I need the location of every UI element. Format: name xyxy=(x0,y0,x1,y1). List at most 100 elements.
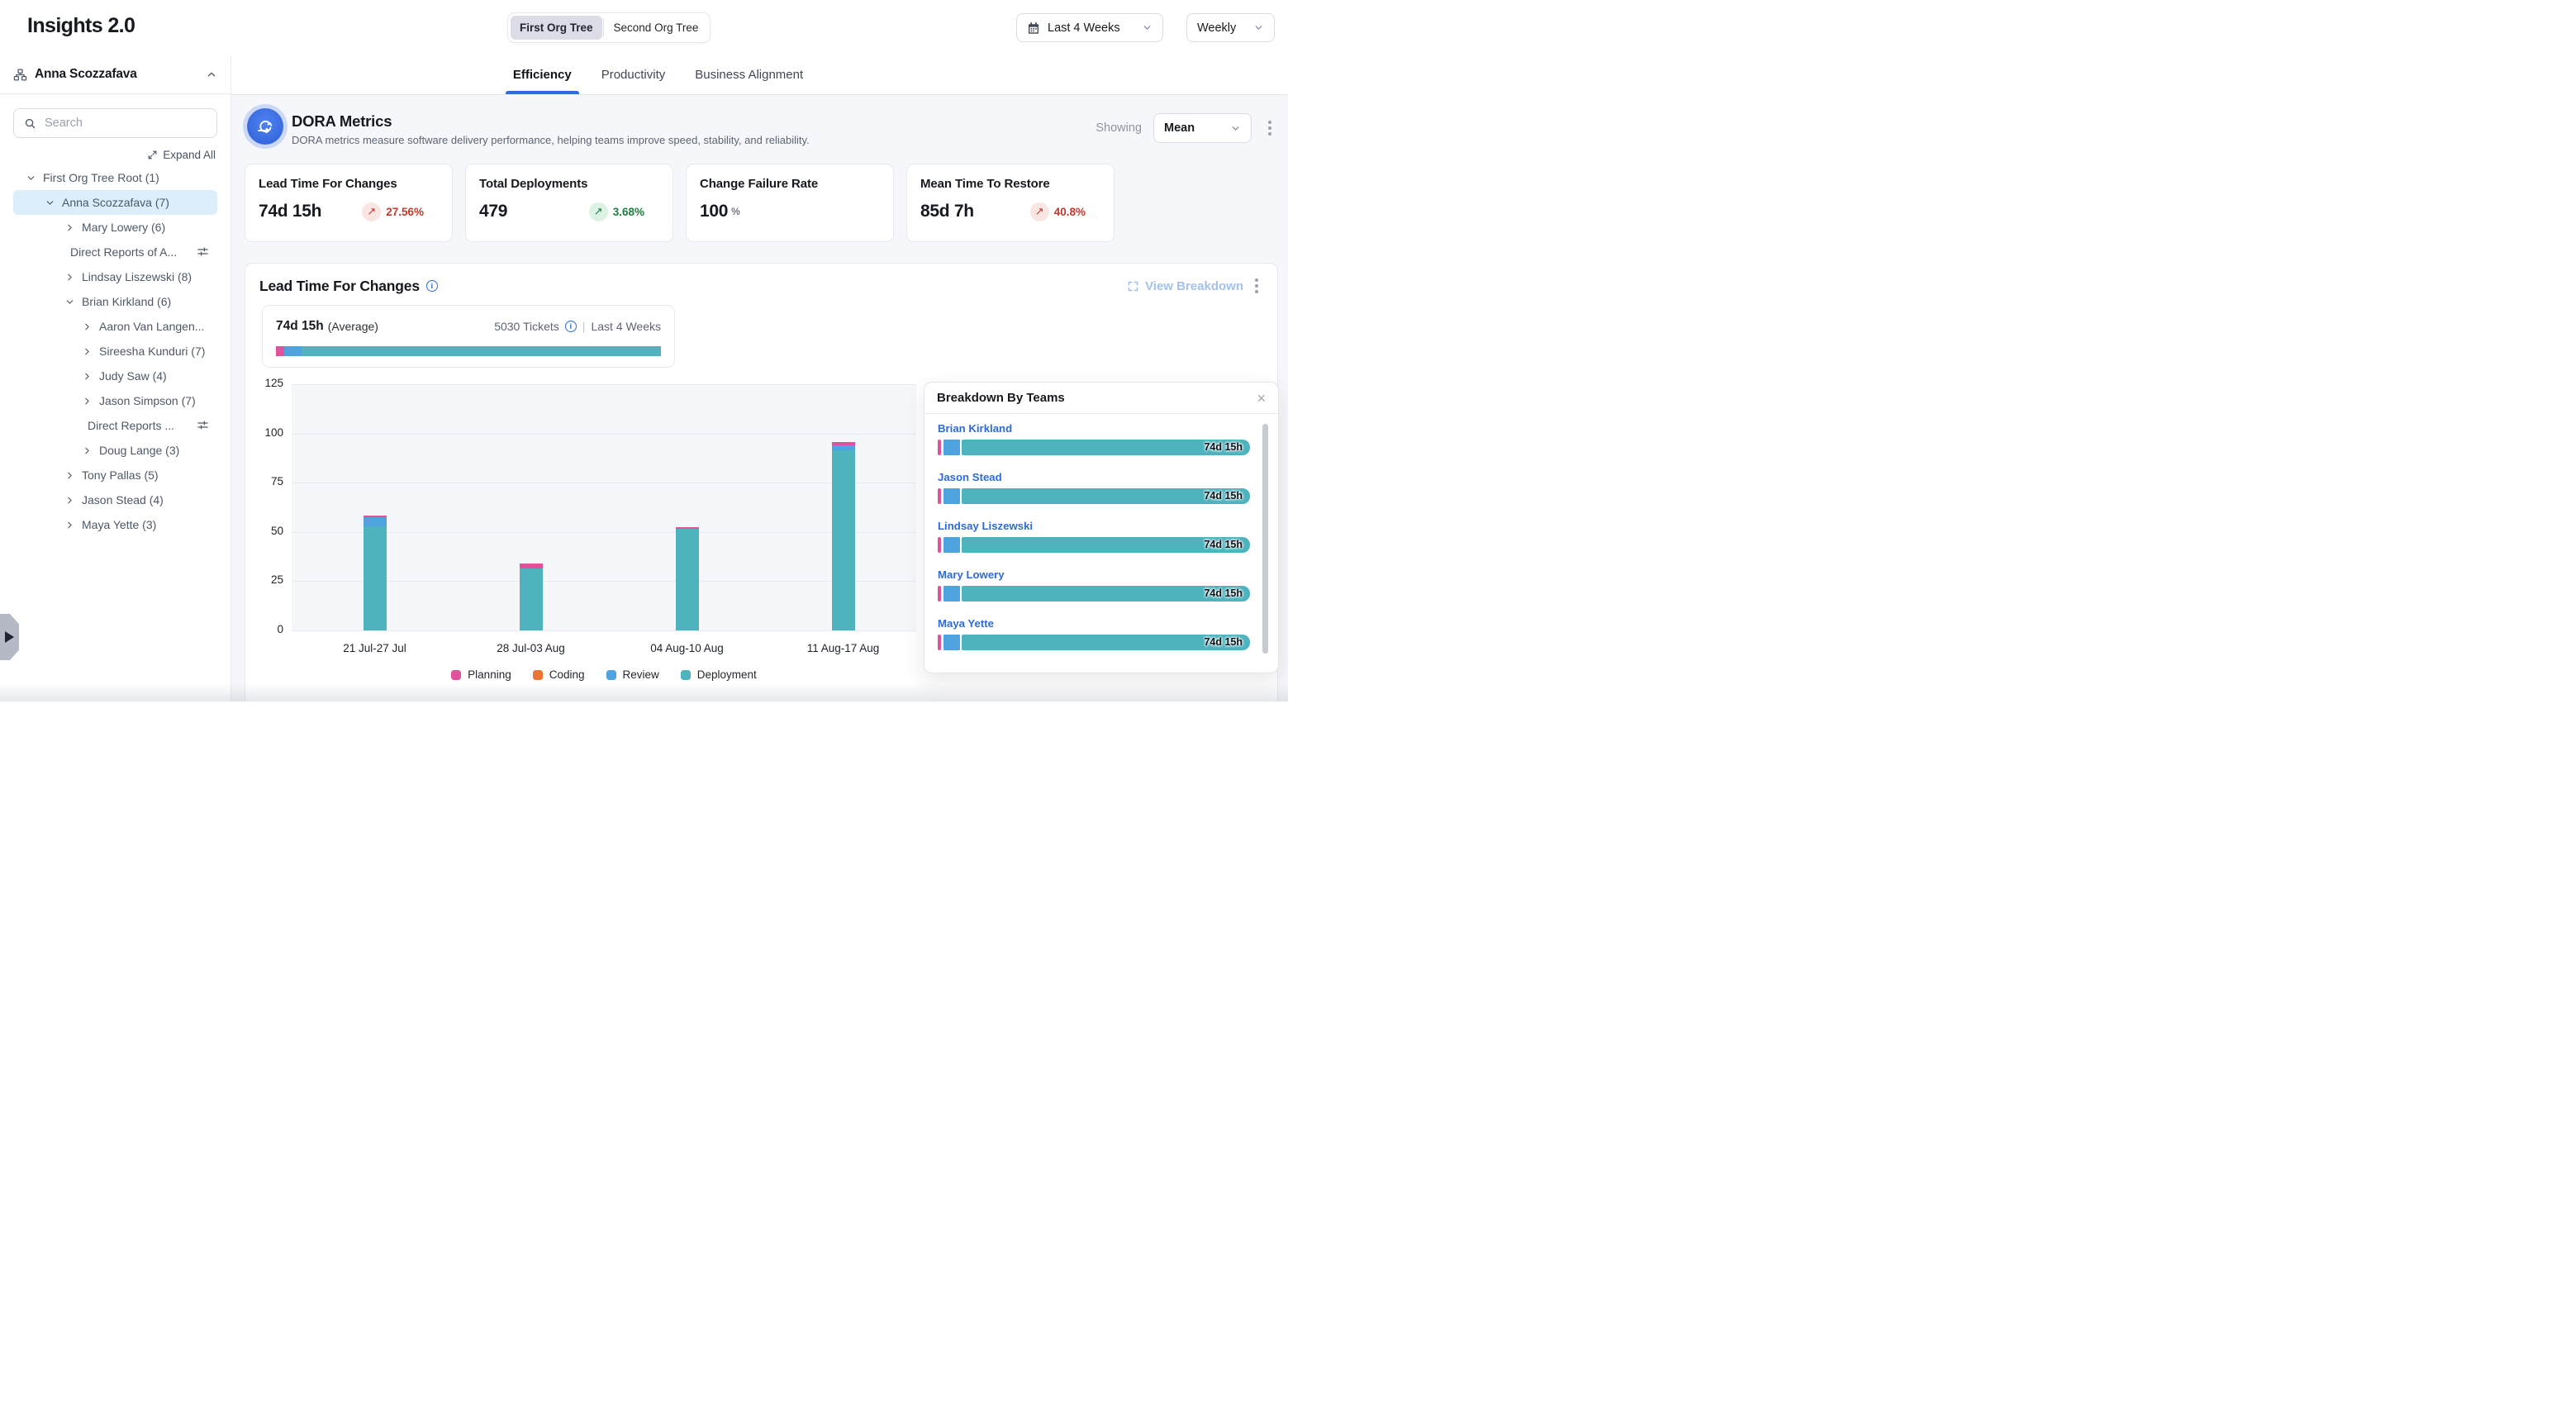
legend-color-chip xyxy=(533,670,543,680)
bar-segment-review xyxy=(943,635,960,650)
tree-item-direct-reports[interactable]: Direct Reports ... xyxy=(13,413,217,438)
legend-color-chip xyxy=(451,670,461,680)
search-icon xyxy=(24,117,36,130)
chevron-down-icon xyxy=(1253,22,1264,33)
chart-kebab-menu-icon[interactable] xyxy=(1250,275,1263,297)
bar-segment-deployment[interactable] xyxy=(832,450,855,630)
org-tree-toggle: First Org Tree Second Org Tree xyxy=(507,12,711,43)
filter-sliders-icon[interactable] xyxy=(197,419,209,431)
breakdown-scrollbar-thumb[interactable] xyxy=(1262,424,1268,654)
chart-plot-area xyxy=(292,384,916,630)
legend-color-chip xyxy=(681,670,691,680)
chevron-down-icon[interactable] xyxy=(25,172,36,183)
tree-item-lindsay-liszewski-8[interactable]: Lindsay Liszewski (8) xyxy=(13,264,217,289)
filter-sliders-icon[interactable] xyxy=(197,245,209,258)
chevron-right-icon[interactable] xyxy=(64,469,75,481)
bar-segment-planning[interactable] xyxy=(520,564,543,568)
view-breakdown-label: View Breakdown xyxy=(1145,279,1243,293)
tree-item-label: Jason Simpson (7) xyxy=(99,394,196,407)
bar-segment-review xyxy=(943,488,960,504)
sidebar-search[interactable] xyxy=(13,108,217,138)
team-name-link[interactable]: Jason Stead xyxy=(938,471,1250,483)
team-name-link[interactable]: Lindsay Liszewski xyxy=(938,520,1250,532)
info-icon[interactable]: i xyxy=(426,280,438,292)
org-sidebar: Anna Scozzafava Expand All First Org Tre… xyxy=(0,55,231,702)
tree-item-jason-stead-4[interactable]: Jason Stead (4) xyxy=(13,487,217,512)
tab-productivity[interactable]: Productivity xyxy=(601,55,666,94)
tab-business-alignment[interactable]: Business Alignment xyxy=(695,55,803,94)
metric-delta: 27.56% xyxy=(386,206,424,218)
tree-item-maya-yette-3[interactable]: Maya Yette (3) xyxy=(13,512,217,537)
tree-item-label: Aaron Van Langen... xyxy=(99,320,204,333)
trend-arrow-icon: ↗ xyxy=(589,202,608,221)
tree-item-brian-kirkland-6[interactable]: Brian Kirkland (6) xyxy=(13,289,217,314)
toggle-first-org-tree[interactable]: First Org Tree xyxy=(511,16,602,40)
tree-item-mary-lowery-6[interactable]: Mary Lowery (6) xyxy=(13,215,217,240)
tree-item-doug-lange-3[interactable]: Doug Lange (3) xyxy=(13,438,217,463)
team-lead-time-value: 74d 15h xyxy=(1204,539,1243,550)
tree-item-direct-reports-of-a[interactable]: Direct Reports of A... xyxy=(13,240,217,264)
chevron-right-icon[interactable] xyxy=(81,445,93,456)
chevron-right-icon[interactable] xyxy=(81,321,93,332)
tree-item-anna-scozzafava-7[interactable]: Anna Scozzafava (7) xyxy=(13,190,217,215)
showing-label: Showing xyxy=(1096,121,1142,135)
tree-item-sireesha-kunduri-7[interactable]: Sireesha Kunduri (7) xyxy=(13,339,217,364)
bar-segment-review[interactable] xyxy=(832,445,855,449)
chevron-right-icon[interactable] xyxy=(64,519,75,530)
chevron-up-icon[interactable] xyxy=(206,69,217,80)
tree-item-label: Doug Lange (3) xyxy=(99,444,179,457)
chevron-right-icon[interactable] xyxy=(64,221,75,233)
tree-item-jason-simpson-7[interactable]: Jason Simpson (7) xyxy=(13,388,217,413)
team-name-link[interactable]: Maya Yette xyxy=(938,617,1250,630)
bar-segment-deployment[interactable] xyxy=(676,529,699,630)
info-icon[interactable]: i xyxy=(565,321,577,332)
bar-segment-deployment[interactable] xyxy=(364,526,387,630)
aggregation-select[interactable]: Mean xyxy=(1153,113,1252,143)
close-icon[interactable]: × xyxy=(1257,391,1266,406)
expand-all-button[interactable]: Expand All xyxy=(0,149,216,161)
metric-card-change-failure-rate: Change Failure Rate100% xyxy=(686,164,894,242)
legend-item-review[interactable]: Review xyxy=(606,668,659,681)
bar-segment-planning[interactable] xyxy=(832,442,855,445)
tree-item-tony-pallas-5[interactable]: Tony Pallas (5) xyxy=(13,463,217,487)
metric-card-lead-time-for-changes: Lead Time For Changes74d 15h↗27.56% xyxy=(245,164,453,242)
chevron-right-icon[interactable] xyxy=(81,370,93,382)
toggle-divider xyxy=(603,18,604,37)
legend-item-coding[interactable]: Coding xyxy=(533,668,585,681)
tree-item-aaron-van-langen[interactable]: Aaron Van Langen... xyxy=(13,314,217,339)
bar-segment-planning[interactable] xyxy=(364,516,387,517)
sidebar-header[interactable]: Anna Scozzafava xyxy=(0,55,231,94)
search-input[interactable] xyxy=(45,117,207,130)
metric-card-mean-time-to-restore: Mean Time To Restore85d 7h↗40.8% xyxy=(906,164,1115,242)
bar-segment-planning[interactable] xyxy=(676,527,699,529)
chevron-right-icon[interactable] xyxy=(81,395,93,407)
team-lead-time-bar: 74d 15h xyxy=(938,537,1250,553)
granularity-select[interactable]: Weekly xyxy=(1186,13,1275,42)
legend-item-deployment[interactable]: Deployment xyxy=(681,668,757,681)
toggle-second-org-tree[interactable]: Second Org Tree xyxy=(605,16,708,40)
chevron-down-icon[interactable] xyxy=(44,197,55,208)
chevron-right-icon[interactable] xyxy=(64,271,75,283)
date-range-select[interactable]: Last 4 Weeks xyxy=(1016,13,1163,42)
view-breakdown-button[interactable]: View Breakdown xyxy=(1127,279,1243,293)
chevron-down-icon[interactable] xyxy=(64,296,75,307)
sidebar-collapse-handle[interactable] xyxy=(0,614,19,660)
legend-label: Planning xyxy=(468,668,511,681)
dora-kebab-menu-icon[interactable] xyxy=(1263,117,1276,139)
tab-efficiency[interactable]: Efficiency xyxy=(513,55,572,94)
calendar-icon xyxy=(1027,21,1040,35)
summary-qualifier: (Average) xyxy=(328,320,378,333)
team-lead-time-value: 74d 15h xyxy=(1204,587,1243,599)
chevron-down-icon xyxy=(1142,22,1153,33)
team-name-link[interactable]: Brian Kirkland xyxy=(938,422,1250,435)
bar-segment-deployment[interactable] xyxy=(520,568,543,630)
chevron-down-icon xyxy=(1230,123,1241,134)
team-name-link[interactable]: Mary Lowery xyxy=(938,568,1250,581)
chevron-right-icon[interactable] xyxy=(64,494,75,506)
bar-segment-review[interactable] xyxy=(364,517,387,526)
legend-item-planning[interactable]: Planning xyxy=(451,668,511,681)
bar-segment-review xyxy=(943,537,960,553)
tree-item-judy-saw-4[interactable]: Judy Saw (4) xyxy=(13,364,217,388)
chevron-right-icon[interactable] xyxy=(81,345,93,357)
tree-item-first-org-tree-root-1[interactable]: First Org Tree Root (1) xyxy=(13,165,217,190)
